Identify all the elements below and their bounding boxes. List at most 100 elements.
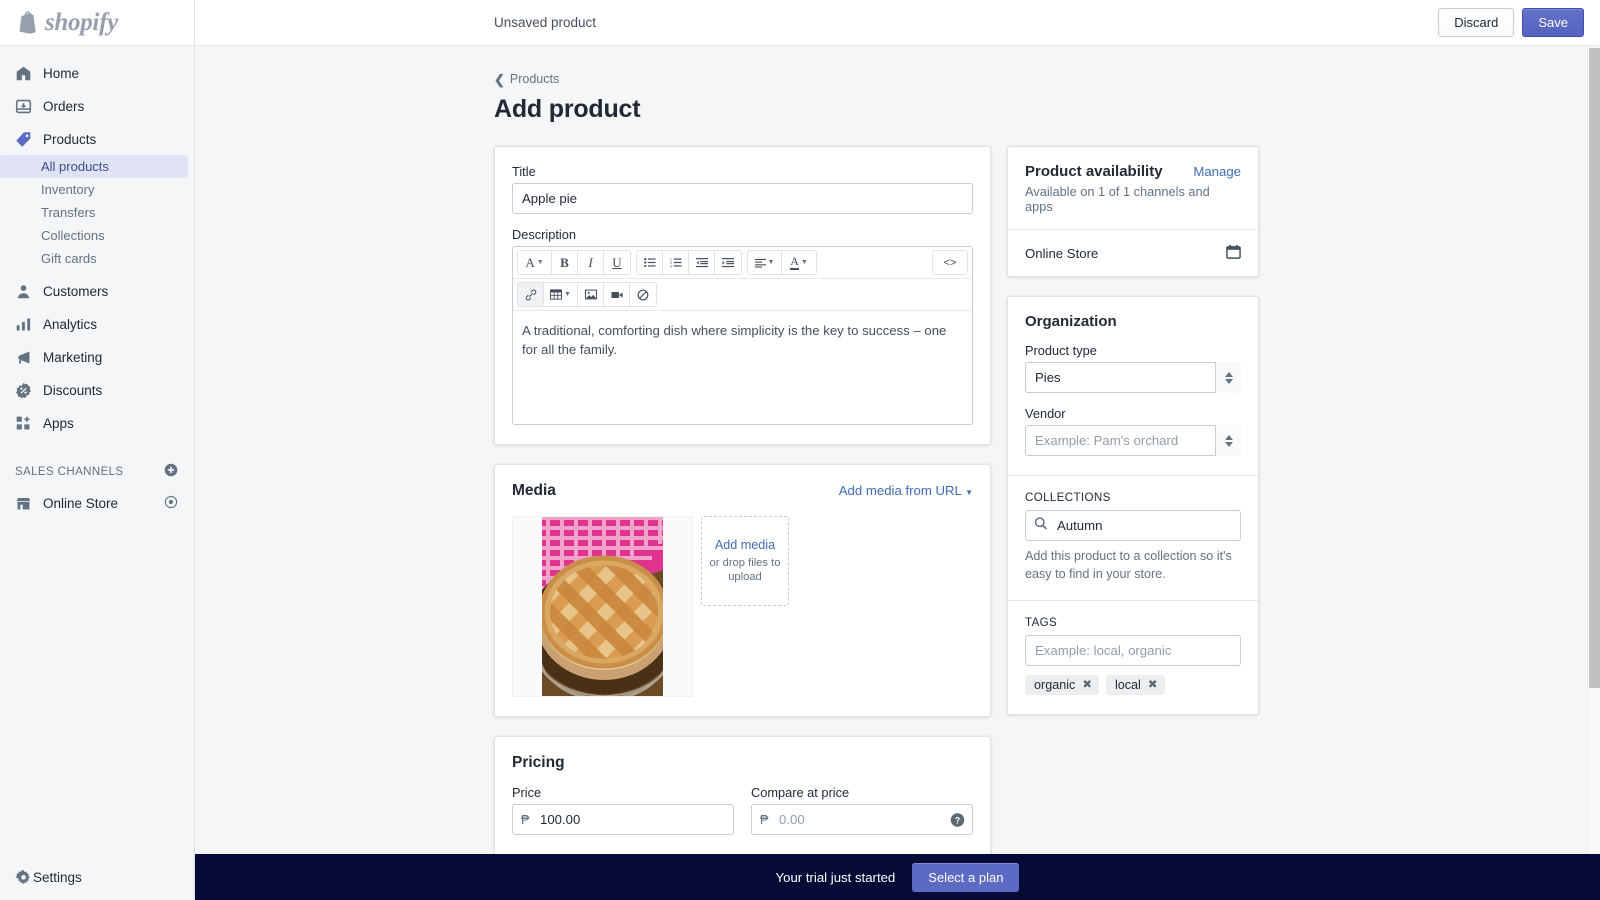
tags-input[interactable] [1025, 635, 1241, 667]
orders-inbox-icon [14, 97, 33, 116]
availability-channel-row[interactable]: Online Store [1008, 230, 1258, 276]
collections-hint: Add this product to a collection so it's… [1025, 549, 1232, 581]
sidebar-item-gift-cards[interactable]: Gift cards [0, 247, 194, 270]
trial-status-text: Your trial just started [775, 869, 896, 885]
insert-link-icon[interactable] [518, 283, 544, 306]
apple-pie-photo [542, 517, 663, 696]
sidebar-item-label: Apps [43, 415, 74, 431]
media-dropzone[interactable]: Add media or drop files to upload [701, 516, 789, 606]
organization-title: Organization [1025, 313, 1117, 330]
product-type-label: Product type [1025, 343, 1097, 358]
breadcrumb-label: Products [509, 72, 560, 86]
sidebar-item-collections[interactable]: Collections [0, 224, 194, 247]
organization-card: Organization Product type Vendor [1007, 296, 1259, 716]
description-editor-body[interactable]: A traditional, comforting dish where sim… [513, 311, 972, 424]
discard-button[interactable]: Discard [1438, 8, 1515, 37]
drop-files-hint: or drop files to upload [709, 556, 781, 583]
align-icon[interactable]: ▼ [748, 251, 782, 274]
product-type-input[interactable] [1025, 362, 1241, 393]
insert-image-icon[interactable] [578, 283, 604, 306]
description-rich-text-editor: A ▼ B I U 1 2 3 ▼ A ▼ <> ▼ A traditional… [512, 246, 973, 425]
price-field-group: Price ₱ [512, 785, 734, 835]
text-color-icon[interactable]: A ▼ [782, 251, 816, 274]
sidebar-item-label: Discounts [43, 382, 103, 398]
collections-search-input[interactable] [1025, 510, 1241, 541]
sidebar-item-orders[interactable]: Orders [0, 93, 194, 119]
numbered-list-icon[interactable]: 123 [663, 251, 689, 274]
indent-icon[interactable] [715, 251, 741, 274]
description-field-label: Description [512, 227, 577, 242]
sidebar-subitem-label: All products [41, 159, 109, 174]
compare-at-price-label: Compare at price [751, 785, 850, 800]
bulleted-list-icon[interactable] [637, 251, 663, 274]
sidebar-item-label: Settings [33, 869, 82, 885]
sidebar-item-all-products[interactable]: All products [0, 155, 188, 178]
stepper-updown-icon[interactable] [1215, 425, 1241, 456]
add-media-label: Add media [714, 537, 776, 552]
shopify-bag-icon [18, 11, 38, 34]
outdent-icon[interactable] [689, 251, 715, 274]
tag-chip[interactable]: local ✖ [1105, 675, 1165, 696]
select-a-plan-button[interactable]: Select a plan [912, 862, 1020, 892]
plus-circle-icon[interactable] [164, 463, 178, 480]
shopify-logo[interactable]: shopify [0, 0, 194, 46]
sidebar-item-customers[interactable]: Customers [0, 278, 194, 304]
tag-chip[interactable]: organic ✖ [1025, 675, 1099, 696]
add-media-from-url-button[interactable]: Add media from URL ▼ [839, 483, 973, 498]
save-button[interactable]: Save [1522, 8, 1584, 37]
insert-video-icon[interactable] [604, 283, 630, 306]
sidebar-item-marketing[interactable]: Marketing [0, 344, 194, 370]
align-color-group: ▼ A ▼ [747, 250, 817, 275]
customer-person-icon [14, 282, 33, 301]
product-availability-card: Product availability Manage Available on… [1007, 146, 1259, 277]
title-field-label: Title [512, 164, 536, 179]
sidebar-item-label: Marketing [43, 349, 103, 365]
clear-formatting-icon[interactable] [630, 283, 656, 306]
sidebar-item-inventory[interactable]: Inventory [0, 178, 194, 201]
sidebar-item-settings[interactable]: Settings [0, 854, 194, 900]
breadcrumb[interactable]: ❮ Products [494, 72, 1259, 86]
underline-icon[interactable]: U [604, 251, 630, 274]
search-icon [1034, 516, 1048, 535]
availability-subtitle: Available on 1 of 1 channels and apps [1025, 184, 1210, 214]
code-view-icon[interactable]: <> [933, 251, 967, 274]
context-bar: Unsaved product Discard Save [195, 0, 1600, 46]
sidebar-item-online-store[interactable]: Online Store [0, 490, 194, 516]
calendar-icon[interactable] [1226, 244, 1241, 262]
product-title-input[interactable] [512, 183, 973, 214]
compare-at-price-input[interactable] [751, 804, 973, 835]
sidebar-item-analytics[interactable]: Analytics [0, 311, 194, 337]
product-details-card: Title Description A▼ [494, 146, 991, 445]
vendor-input[interactable] [1025, 425, 1241, 456]
sidebar-item-apps[interactable]: Apps [0, 410, 194, 436]
sidebar-item-discounts[interactable]: Discounts [0, 377, 194, 403]
help-question-icon[interactable]: ? [950, 812, 965, 827]
sidebar-item-products[interactable]: Products [0, 126, 194, 152]
discount-badge-icon [14, 381, 33, 400]
home-icon [14, 64, 33, 83]
media-card-header: Media Add media from URL ▼ [512, 482, 973, 500]
stepper-updown-icon[interactable] [1215, 362, 1241, 393]
media-card: Media Add media from URL ▼ Add media or … [494, 464, 991, 717]
font-style-icon[interactable]: A ▼ [518, 251, 552, 274]
italic-icon[interactable]: I [578, 251, 604, 274]
sidebar: shopify Home Orders Products All product… [0, 0, 195, 900]
price-input[interactable] [512, 804, 734, 835]
shopify-wordmark: shopify [45, 8, 118, 36]
scroll-area: ❮ Products Add product Title Apple pie D… [195, 46, 1600, 900]
availability-title: Product availability [1025, 163, 1163, 180]
sidebar-item-home[interactable]: Home [0, 60, 194, 86]
close-x-icon[interactable]: ✖ [1082, 679, 1092, 692]
bold-icon[interactable]: B [552, 251, 578, 274]
vertical-scrollbar[interactable] [1587, 46, 1600, 900]
insert-table-icon[interactable]: ▼ [544, 283, 578, 306]
sidebar-item-transfers[interactable]: Transfers [0, 201, 194, 224]
scrollbar-thumb[interactable] [1589, 48, 1600, 688]
eye-view-icon[interactable] [164, 495, 178, 512]
unsaved-status-label: Unsaved product [494, 15, 597, 30]
close-x-icon[interactable]: ✖ [1148, 679, 1158, 692]
tag-label: local [1114, 678, 1141, 693]
page-content: ❮ Products Add product Title Apple pie D… [195, 46, 1600, 885]
manage-availability-link[interactable]: Manage [1193, 164, 1241, 179]
media-thumbnail[interactable] [512, 516, 693, 697]
